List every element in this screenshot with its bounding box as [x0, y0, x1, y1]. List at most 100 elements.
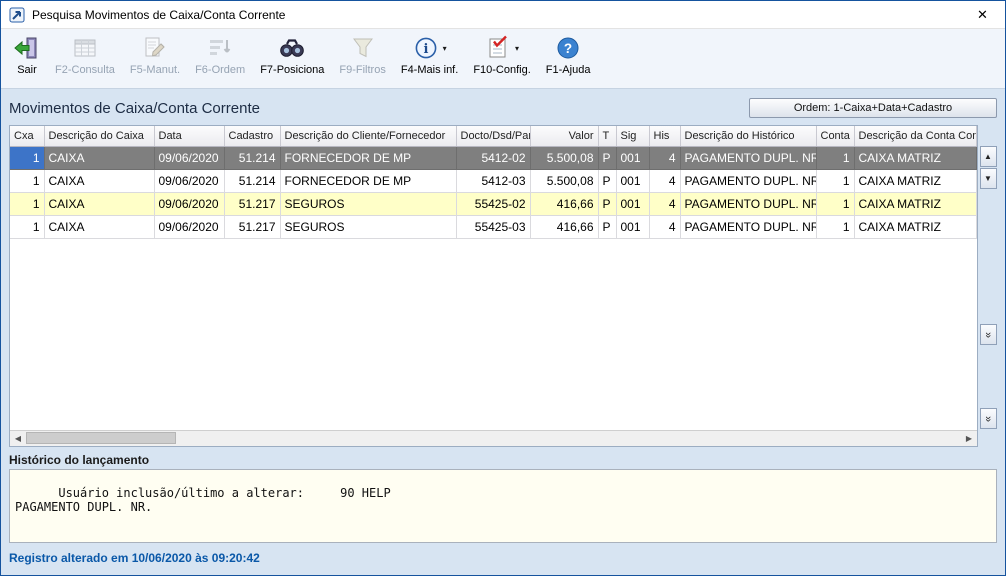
column-header[interactable]: Valor	[530, 126, 598, 146]
grid-cell[interactable]: SEGUROS	[280, 215, 456, 238]
title-bar: Pesquisa Movimentos de Caixa/Conta Corre…	[1, 1, 1005, 29]
grid-cell[interactable]: 51.214	[224, 169, 280, 192]
column-header[interactable]: Data	[154, 126, 224, 146]
column-header[interactable]: Docto/Dsd/Par	[456, 126, 530, 146]
toolbar-button-f1-ajuda[interactable]: ?F1-Ajuda	[539, 31, 598, 78]
grid-cell[interactable]: 001	[616, 192, 649, 215]
grid-cell[interactable]: 001	[616, 169, 649, 192]
dropdown-arrow-icon[interactable]: ▾	[515, 44, 519, 53]
grid-cell[interactable]: 416,66	[530, 192, 598, 215]
grid-row[interactable]: 1CAIXA09/06/202051.214FORNECEDOR DE MP54…	[10, 146, 977, 169]
grid-cell[interactable]: 4	[649, 192, 680, 215]
column-header[interactable]: Descrição da Conta Con	[854, 126, 977, 146]
column-header[interactable]: T	[598, 126, 616, 146]
grid-cell[interactable]: P	[598, 215, 616, 238]
grid-cell[interactable]: 1	[816, 215, 854, 238]
grid-cell[interactable]: SEGUROS	[280, 192, 456, 215]
column-header[interactable]: Descrição do Cliente/Fornecedor	[280, 126, 456, 146]
grid-cell[interactable]: CAIXA MATRIZ	[854, 169, 977, 192]
grid-cell[interactable]: 1	[10, 215, 44, 238]
column-header[interactable]: His	[649, 126, 680, 146]
grid-cell[interactable]: 1	[10, 192, 44, 215]
grid-cell[interactable]: P	[598, 146, 616, 169]
scroll-left-icon[interactable]: ◀	[10, 431, 26, 446]
toolbar-button-f7-posiciona[interactable]: F7-Posiciona	[253, 31, 331, 78]
grid-cell[interactable]: 001	[616, 215, 649, 238]
grid-row[interactable]: 1CAIXA09/06/202051.217SEGUROS55425-02416…	[10, 192, 977, 215]
grid-cell[interactable]: 5.500,08	[530, 146, 598, 169]
grid-cell[interactable]: P	[598, 192, 616, 215]
column-header[interactable]: Cxa	[10, 126, 44, 146]
scroll-end-button[interactable]: »	[980, 408, 997, 429]
scroll-page-down-button[interactable]: »	[980, 324, 997, 345]
grid-cell[interactable]: CAIXA	[44, 192, 154, 215]
horizontal-scroll-track[interactable]	[26, 431, 961, 446]
grid-cell[interactable]: CAIXA MATRIZ	[854, 215, 977, 238]
toolbar-button-label: F4-Mais inf.	[401, 64, 458, 76]
scroll-down-button[interactable]: ▼	[980, 168, 997, 189]
svg-text:?: ?	[564, 41, 572, 56]
horizontal-scroll-thumb[interactable]	[26, 432, 176, 444]
historico-box: Usuário inclusão/último a alterar: 90 HE…	[9, 469, 997, 543]
column-header[interactable]: Sig	[616, 126, 649, 146]
dropdown-arrow-icon[interactable]: ▾	[443, 44, 447, 53]
grid-cell[interactable]: 1	[10, 146, 44, 169]
grid-cell[interactable]: PAGAMENTO DUPL. NR.	[680, 146, 816, 169]
toolbar-button-label: Sair	[17, 64, 37, 76]
order-button[interactable]: Ordem: 1-Caixa+Data+Cadastro	[749, 98, 997, 118]
toolbar-button-f10-config[interactable]: ▾ F10-Config.	[466, 31, 537, 78]
grid-cell[interactable]: PAGAMENTO DUPL. NR.	[680, 192, 816, 215]
grid-cell[interactable]: CAIXA	[44, 146, 154, 169]
column-header[interactable]: Conta	[816, 126, 854, 146]
grid-cell[interactable]: CAIXA MATRIZ	[854, 146, 977, 169]
grid-row[interactable]: 1CAIXA09/06/202051.217SEGUROS55425-03416…	[10, 215, 977, 238]
grid-cell[interactable]: 001	[616, 146, 649, 169]
scroll-up-button[interactable]: ▲	[980, 146, 997, 167]
grid-cell[interactable]: 4	[649, 215, 680, 238]
info-icon: i	[413, 35, 439, 61]
toolbar-button-label: F10-Config.	[473, 64, 530, 76]
column-header[interactable]: Descrição do Histórico	[680, 126, 816, 146]
svg-text:i: i	[423, 42, 428, 57]
grid-cell[interactable]: 51.217	[224, 192, 280, 215]
grid-cell[interactable]: 55425-03	[456, 215, 530, 238]
grid-cell[interactable]: 51.217	[224, 215, 280, 238]
grid-cell[interactable]: 09/06/2020	[154, 169, 224, 192]
horizontal-scrollbar[interactable]: ◀ ▶	[10, 430, 977, 446]
historico-label: Histórico do lançamento	[9, 453, 997, 467]
grid-cell[interactable]: FORNECEDOR DE MP	[280, 169, 456, 192]
grid-cell[interactable]: 5412-02	[456, 146, 530, 169]
grid-cell[interactable]: CAIXA	[44, 215, 154, 238]
grid-cell[interactable]: 1	[10, 169, 44, 192]
close-button[interactable]: ✕	[960, 1, 1005, 29]
grid-cell[interactable]: 5.500,08	[530, 169, 598, 192]
column-header[interactable]: Cadastro	[224, 126, 280, 146]
grid-cell[interactable]: FORNECEDOR DE MP	[280, 146, 456, 169]
grid-cell[interactable]: CAIXA MATRIZ	[854, 192, 977, 215]
scroll-right-icon[interactable]: ▶	[961, 431, 977, 446]
grid-cell[interactable]: 1	[816, 169, 854, 192]
toolbar-button-f4-mais-inf[interactable]: i ▾ F4-Mais inf.	[394, 31, 465, 78]
grid-row[interactable]: 1CAIXA09/06/202051.214FORNECEDOR DE MP54…	[10, 169, 977, 192]
grid-cell[interactable]: 51.214	[224, 146, 280, 169]
grid-cell[interactable]: 55425-02	[456, 192, 530, 215]
config-icon	[485, 35, 511, 61]
grid-cell[interactable]: 1	[816, 146, 854, 169]
column-header[interactable]: Descrição do Caixa	[44, 126, 154, 146]
grid-cell[interactable]: 09/06/2020	[154, 146, 224, 169]
grid-cell[interactable]: 416,66	[530, 215, 598, 238]
grid-cell[interactable]: PAGAMENTO DUPL. NR.	[680, 169, 816, 192]
grid-cell[interactable]: 5412-03	[456, 169, 530, 192]
grid-cell[interactable]: 4	[649, 169, 680, 192]
grid-cell[interactable]: 09/06/2020	[154, 192, 224, 215]
toolbar-button-label: F5-Manut.	[130, 64, 180, 76]
toolbar-button-sair[interactable]: Sair	[7, 31, 47, 78]
toolbar-button-f2-consulta: F2-Consulta	[48, 31, 122, 78]
historico-text: Usuário inclusão/último a alterar: 90 HE…	[15, 486, 391, 514]
grid-cell[interactable]: 4	[649, 146, 680, 169]
grid-cell[interactable]: 1	[816, 192, 854, 215]
grid-cell[interactable]: CAIXA	[44, 169, 154, 192]
grid-cell[interactable]: PAGAMENTO DUPL. NR.	[680, 215, 816, 238]
grid-cell[interactable]: P	[598, 169, 616, 192]
grid-cell[interactable]: 09/06/2020	[154, 215, 224, 238]
